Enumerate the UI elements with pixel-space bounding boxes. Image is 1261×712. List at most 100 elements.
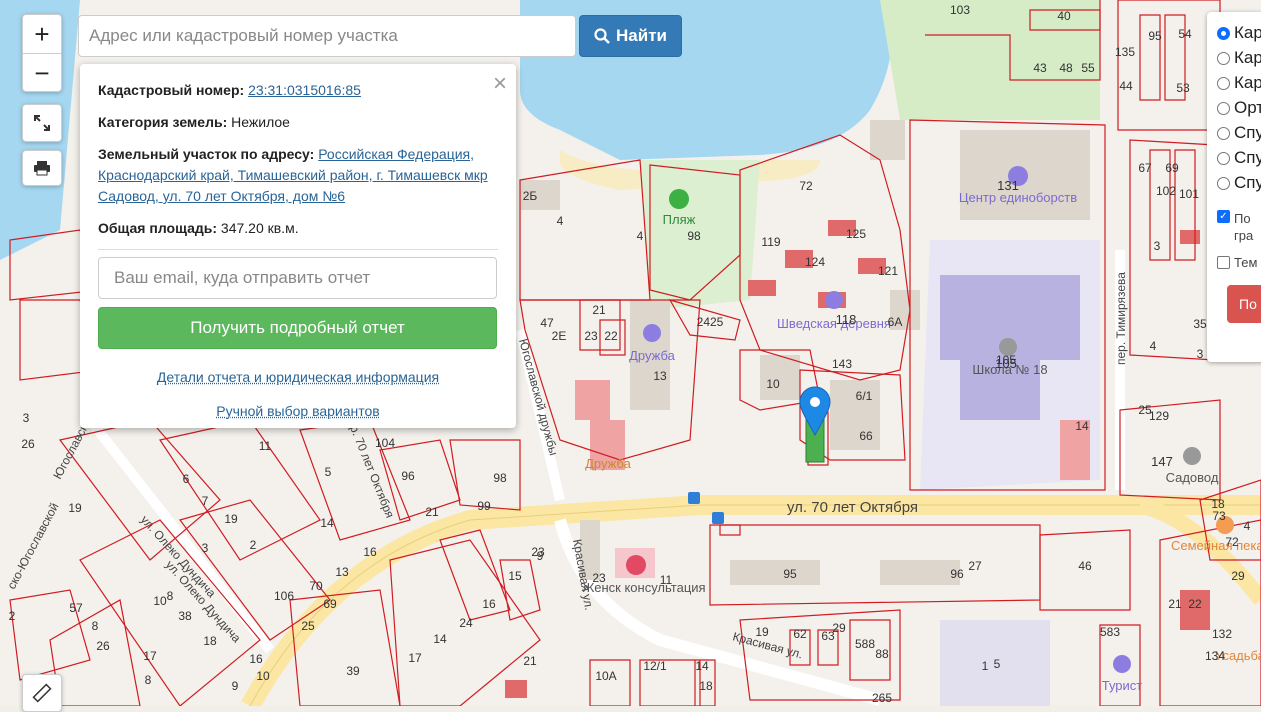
- parcel-number: 143: [832, 357, 852, 371]
- poi-label: Садовод: [1166, 470, 1219, 485]
- zoom-in-button[interactable]: +: [23, 15, 61, 54]
- parcel-number: 27: [968, 559, 982, 573]
- parcel-number: 106: [274, 589, 294, 603]
- parcel-number: 99: [477, 499, 491, 513]
- manual-select-link[interactable]: Ручной выбор вариантов: [98, 403, 498, 419]
- parcel-number: 134: [1205, 649, 1225, 663]
- parcel-number: 3: [1197, 347, 1204, 361]
- cadastral-label: Кадастровый номер:: [98, 82, 244, 98]
- street-label: ул. 70 лет Октября: [787, 499, 918, 516]
- layer-radio[interactable]: Кар: [1217, 23, 1261, 43]
- parcel-number: 13: [653, 369, 667, 383]
- layer-radio[interactable]: Орт: [1217, 98, 1261, 118]
- radio-button[interactable]: [1217, 27, 1230, 40]
- parcel-number: 102: [1156, 184, 1176, 198]
- parcel-number: 29: [832, 621, 846, 635]
- parcel-number: 5: [994, 657, 1001, 671]
- cadastral-number-link[interactable]: 23:31:0315016:85: [248, 82, 361, 98]
- ruler-button[interactable]: [22, 674, 62, 712]
- parcel-number: 67: [1138, 161, 1152, 175]
- parcel-number: 6А: [888, 315, 903, 329]
- radio-button[interactable]: [1217, 152, 1230, 165]
- parcel-number: 12/1: [643, 659, 667, 673]
- poi-label: 118: [836, 312, 857, 327]
- radio-button[interactable]: [1217, 177, 1230, 190]
- parcel-number: 14: [695, 659, 709, 673]
- checkbox-label-line1: По: [1234, 211, 1251, 226]
- radio-button[interactable]: [1217, 77, 1230, 90]
- parcel-number: 24: [459, 616, 473, 630]
- parcel-number: 57: [69, 601, 83, 615]
- search-input[interactable]: [78, 15, 576, 57]
- layer-checkbox-theme[interactable]: Тем: [1217, 255, 1257, 270]
- checkbox[interactable]: [1217, 256, 1230, 269]
- zoom-out-button[interactable]: −: [23, 54, 61, 92]
- parcel-info-popup: × Кадастровый номер: 23:31:0315016:85 Ка…: [80, 64, 516, 428]
- parcel-number: 21: [523, 654, 537, 668]
- parcel-number: 40: [1057, 9, 1071, 23]
- checkbox[interactable]: ✓: [1217, 210, 1230, 223]
- poi-label: Шведская деревня: [777, 316, 891, 331]
- parcel-number: 265: [872, 691, 892, 705]
- poi-label: Семейная пекарня: [1171, 538, 1261, 553]
- search-button[interactable]: Найти: [579, 15, 682, 57]
- radio-label: Спу: [1234, 123, 1261, 143]
- parcel-number: 98: [493, 471, 507, 485]
- expand-icon: [33, 114, 51, 132]
- parcel-number: 4: [1150, 339, 1157, 353]
- get-report-button[interactable]: Получить подробный отчет: [98, 307, 497, 349]
- parcel-number: 48: [1059, 61, 1073, 75]
- parcel-number: 2: [250, 538, 257, 552]
- parcel-number: 96: [401, 469, 415, 483]
- parcel-number: 6/1: [856, 389, 873, 403]
- layer-radio[interactable]: Кар: [1217, 73, 1261, 93]
- layer-checkbox-borders[interactable]: ✓ По гра: [1217, 210, 1253, 244]
- layer-radio[interactable]: Спу: [1217, 123, 1261, 143]
- parcel-number: 2: [9, 609, 16, 623]
- parcel-number: 103: [950, 3, 970, 17]
- parcel-number: 55: [1081, 61, 1095, 75]
- poi-label: Турист: [1102, 678, 1143, 693]
- parcel-number: 2Б: [523, 189, 538, 203]
- street-label: пер. Тимирязева: [1114, 272, 1128, 365]
- search-button-label: Найти: [616, 26, 667, 46]
- radio-button[interactable]: [1217, 52, 1230, 65]
- parcel-number: 46: [1078, 559, 1092, 573]
- close-icon[interactable]: ×: [493, 70, 507, 98]
- parcel-number: 98: [687, 229, 701, 243]
- beach-icon: [669, 189, 689, 209]
- print-button[interactable]: [22, 150, 62, 186]
- printer-icon: [33, 160, 51, 176]
- layer-radio[interactable]: Спу: [1217, 148, 1261, 168]
- radio-button[interactable]: [1217, 102, 1230, 115]
- parcel-number: 16: [249, 652, 263, 666]
- parcel-number: 66: [859, 429, 873, 443]
- parcel-number: 9: [537, 549, 544, 563]
- radio-button[interactable]: [1217, 127, 1230, 140]
- parcel-number: 13: [335, 565, 349, 579]
- parcel-number: 44: [1119, 79, 1133, 93]
- report-details-link[interactable]: Детали отчета и юридическая информация: [98, 369, 498, 385]
- parcel-number: 53: [1176, 81, 1190, 95]
- parcel-number: 6: [183, 472, 190, 486]
- parcel-number: 8: [145, 673, 152, 687]
- poi-label: Дружба: [585, 456, 632, 471]
- parcel-number: 19: [224, 512, 238, 526]
- parcel-number: 15: [508, 569, 522, 583]
- parcel-number: 21: [425, 505, 439, 519]
- layer-radio[interactable]: Спу: [1217, 173, 1261, 193]
- layers-submit-button[interactable]: По: [1227, 285, 1261, 323]
- fullscreen-button[interactable]: [22, 104, 62, 142]
- parcel-number: 5: [325, 465, 332, 479]
- radio-label: Кар: [1234, 48, 1261, 68]
- parcel-number: 29: [1231, 569, 1245, 583]
- checkbox-label-line2: гра: [1234, 228, 1253, 243]
- search-icon: [594, 28, 610, 44]
- layer-radio[interactable]: Кар: [1217, 48, 1261, 68]
- parcel-number: 18: [699, 679, 713, 693]
- email-field[interactable]: [98, 257, 497, 299]
- parcel-number: 19: [755, 625, 769, 639]
- divider: [98, 249, 498, 250]
- parcel-number: 583: [1100, 625, 1120, 639]
- hotel-icon: [1113, 655, 1131, 673]
